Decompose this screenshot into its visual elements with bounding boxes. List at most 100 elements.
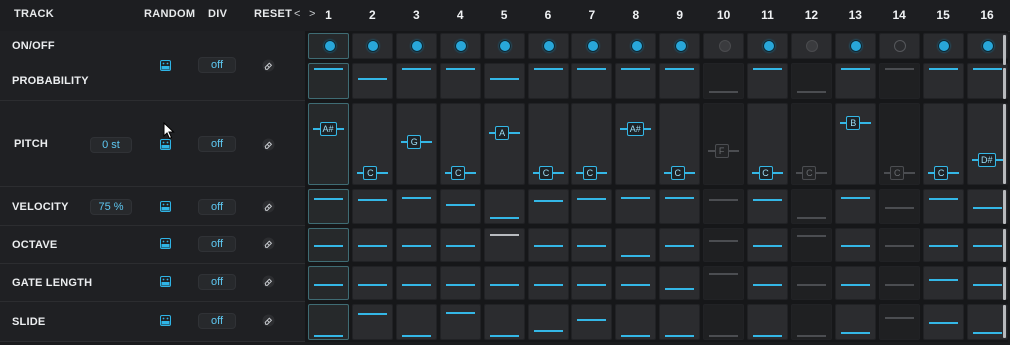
velocity-step-9[interactable] [659, 189, 701, 224]
scrollbar-probability[interactable] [1003, 68, 1006, 99]
octave-step-7[interactable] [571, 228, 613, 262]
octave-div-field[interactable]: off [198, 236, 236, 252]
onoff-step-9[interactable] [659, 33, 701, 59]
pitch-step-7[interactable]: C [571, 103, 613, 185]
pitch-step-9[interactable]: C [659, 103, 701, 185]
probability-step-1[interactable] [308, 63, 349, 99]
octave-step-5[interactable] [483, 228, 525, 262]
scrollbar-octave[interactable] [1003, 229, 1006, 262]
pitch-step-15[interactable]: C [922, 103, 964, 185]
slide-step-6[interactable] [527, 304, 569, 340]
pitch-step-16[interactable]: D# [966, 103, 1008, 185]
velocity-step-5[interactable] [483, 189, 525, 224]
octave-step-12[interactable] [790, 228, 832, 262]
note-tag[interactable]: A# [319, 122, 337, 137]
onoff-step-1[interactable] [308, 33, 349, 59]
octave-step-16[interactable] [966, 228, 1008, 262]
random-icon[interactable] [160, 315, 171, 326]
probability-step-15[interactable] [922, 63, 964, 99]
gate-length-step-6[interactable] [527, 266, 569, 300]
slide-step-8[interactable] [615, 304, 657, 340]
gate-length-step-9[interactable] [659, 266, 701, 300]
velocity-step-8[interactable] [615, 189, 657, 224]
random-icon[interactable] [160, 276, 171, 287]
velocity-step-15[interactable] [922, 189, 964, 224]
onoff-step-13[interactable] [834, 33, 876, 59]
nav-prev-button[interactable]: < [294, 8, 300, 20]
probability-step-3[interactable] [395, 63, 437, 99]
gate-length-step-1[interactable] [308, 266, 349, 300]
gate-length-step-4[interactable] [439, 266, 481, 300]
octave-step-1[interactable] [308, 228, 349, 262]
slide-step-16[interactable] [966, 304, 1008, 340]
octave-step-10[interactable] [703, 228, 745, 262]
velocity-div-field[interactable]: off [198, 199, 236, 215]
scrollbar-slide[interactable] [1003, 305, 1006, 338]
gate-length-step-16[interactable] [966, 266, 1008, 300]
octave-step-13[interactable] [834, 228, 876, 262]
gate-length-step-7[interactable] [571, 266, 613, 300]
gate-length-step-5[interactable] [483, 266, 525, 300]
eraser-icon[interactable] [262, 138, 275, 151]
eraser-icon[interactable] [262, 314, 275, 327]
onoff-step-8[interactable] [615, 33, 657, 59]
gate-length-step-2[interactable] [351, 266, 393, 300]
pitch-step-5[interactable]: A [483, 103, 525, 185]
onoff-step-14[interactable] [878, 33, 920, 59]
note-tag[interactable]: C [582, 165, 597, 180]
velocity-step-4[interactable] [439, 189, 481, 224]
gate-length-step-3[interactable] [395, 266, 437, 300]
note-tag[interactable]: C [758, 165, 773, 180]
onoff-step-4[interactable] [439, 33, 481, 59]
onoff-step-3[interactable] [395, 33, 437, 59]
gate-length-step-8[interactable] [615, 266, 657, 300]
gate-length-step-15[interactable] [922, 266, 964, 300]
onoff-step-7[interactable] [571, 33, 613, 59]
probability-step-7[interactable] [571, 63, 613, 99]
pitch-step-11[interactable]: C [747, 103, 788, 185]
slide-step-14[interactable] [878, 304, 920, 340]
onoff-step-16[interactable] [966, 33, 1008, 59]
random-icon[interactable] [160, 60, 171, 71]
note-tag[interactable]: C [451, 165, 466, 180]
octave-step-3[interactable] [395, 228, 437, 262]
velocity-step-13[interactable] [834, 189, 876, 224]
gate-length-div-field[interactable]: off [198, 274, 236, 290]
scrollbar-gate-length[interactable] [1003, 267, 1006, 300]
pitch-step-14[interactable]: C [878, 103, 920, 185]
pitch-step-4[interactable]: C [439, 103, 481, 185]
slide-step-11[interactable] [747, 304, 788, 340]
probability-step-6[interactable] [527, 63, 569, 99]
octave-step-15[interactable] [922, 228, 964, 262]
octave-step-11[interactable] [747, 228, 788, 262]
probability-step-14[interactable] [878, 63, 920, 99]
velocity-step-12[interactable] [790, 189, 832, 224]
eraser-icon[interactable] [262, 237, 275, 250]
slide-step-10[interactable] [703, 304, 745, 340]
note-tag[interactable]: C [890, 165, 905, 180]
gate-length-step-13[interactable] [834, 266, 876, 300]
onoff-step-12[interactable] [790, 33, 832, 59]
random-icon[interactable] [160, 139, 171, 150]
probability-step-5[interactable] [483, 63, 525, 99]
velocity-step-7[interactable] [571, 189, 613, 224]
note-tag[interactable]: F [714, 144, 729, 159]
pitch-div-field[interactable]: off [198, 136, 236, 152]
octave-step-2[interactable] [351, 228, 393, 262]
probability-step-11[interactable] [747, 63, 788, 99]
nav-next-button[interactable]: > [309, 8, 315, 20]
gate-length-step-10[interactable] [703, 266, 745, 300]
slide-step-3[interactable] [395, 304, 437, 340]
slide-step-1[interactable] [308, 304, 349, 340]
slide-step-7[interactable] [571, 304, 613, 340]
velocity-step-2[interactable] [351, 189, 393, 224]
scrollbar-velocity[interactable] [1003, 190, 1006, 224]
velocity-step-10[interactable] [703, 189, 745, 224]
note-tag[interactable]: D# [978, 153, 996, 168]
slide-step-5[interactable] [483, 304, 525, 340]
note-tag[interactable]: G [407, 134, 422, 149]
note-tag[interactable]: C [802, 165, 817, 180]
probability-div-field[interactable]: off [198, 57, 236, 73]
pitch-step-8[interactable]: A# [615, 103, 657, 185]
gate-length-step-14[interactable] [878, 266, 920, 300]
